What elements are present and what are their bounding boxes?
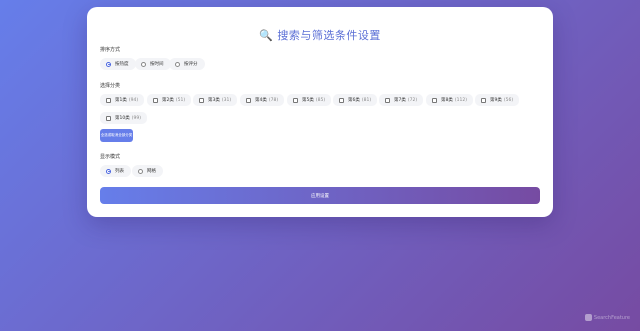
- sort-option-label: 按评分: [184, 62, 198, 67]
- sort-label: 排序方式: [100, 47, 121, 53]
- category-name: 第10类: [115, 116, 130, 121]
- watermark-text: SearchFeature: [593, 314, 630, 321]
- category-item[interactable]: 第2类 (51): [147, 94, 192, 106]
- display-mode-label: 显示模式: [100, 154, 121, 160]
- sort-option-hot[interactable]: 按热度: [100, 58, 136, 70]
- checkbox-icon[interactable]: [246, 97, 251, 103]
- sort-option-rating[interactable]: 按评分: [169, 58, 205, 70]
- settings-card: 🔍 搜索与筛选条件设置 排序方式 按热度 按时间 按评分 选择分类 第1类 (94…: [87, 7, 553, 217]
- display-option-label: 网格: [147, 169, 156, 174]
- category-item[interactable]: 第4类 (78): [240, 94, 285, 106]
- category-name: 第4类: [255, 98, 267, 103]
- category-count: (51): [175, 97, 186, 103]
- category-name: 第6类: [348, 98, 360, 103]
- category-count: (72): [407, 97, 418, 103]
- checkbox-icon[interactable]: [339, 97, 344, 103]
- category-name: 第7类: [394, 98, 406, 103]
- category-count: (85): [315, 97, 326, 103]
- checkbox-icon[interactable]: [153, 97, 158, 103]
- category-count: (99): [131, 115, 141, 121]
- sort-option-label: 按热度: [115, 62, 129, 67]
- category-name: 第2类: [162, 98, 174, 103]
- category-name: 第8类: [441, 98, 453, 103]
- category-count: (56): [503, 97, 514, 103]
- category-name: 第9类: [490, 98, 502, 103]
- radio-selected-icon[interactable]: [106, 168, 111, 174]
- category-count: (81): [361, 97, 372, 103]
- category-count: (31): [221, 97, 232, 103]
- category-item[interactable]: 第7类 (72): [379, 94, 424, 106]
- category-count: (78): [268, 97, 279, 103]
- watermark: SearchFeature: [584, 314, 630, 321]
- sort-option-time[interactable]: 按时间: [135, 58, 171, 70]
- checkbox-icon[interactable]: [106, 115, 111, 121]
- display-option-list[interactable]: 列表: [100, 165, 131, 177]
- radio-icon[interactable]: [175, 61, 180, 67]
- checkbox-icon[interactable]: [432, 97, 437, 103]
- checkbox-icon[interactable]: [106, 97, 111, 103]
- category-item[interactable]: 第1类 (94): [100, 94, 145, 106]
- category-label: 选择分类: [100, 83, 121, 89]
- radio-selected-icon[interactable]: [106, 61, 111, 67]
- category-item[interactable]: 第9类 (56): [475, 94, 520, 106]
- category-item[interactable]: 第3类 (31): [193, 94, 238, 106]
- page-title: 🔍 搜索与筛选条件设置: [259, 29, 381, 42]
- checkbox-icon[interactable]: [481, 97, 486, 103]
- category-count: (112): [454, 97, 467, 103]
- category-item[interactable]: 第8类 (112): [426, 94, 473, 106]
- category-item[interactable]: 第6类 (81): [333, 94, 378, 106]
- category-item[interactable]: 第10类 (99): [100, 112, 147, 124]
- checkbox-icon[interactable]: [199, 97, 204, 103]
- apply-settings-button[interactable]: 应用设置: [100, 187, 540, 204]
- category-name: 第5类: [302, 98, 314, 103]
- checkbox-icon[interactable]: [385, 97, 390, 103]
- category-count: (94): [128, 97, 139, 103]
- display-option-grid[interactable]: 网格: [132, 165, 163, 177]
- sort-option-label: 按时间: [150, 62, 164, 67]
- category-item[interactable]: 第5类 (85): [287, 94, 332, 106]
- display-option-label: 列表: [115, 169, 124, 174]
- category-name: 第3类: [208, 98, 220, 103]
- category-name: 第1类: [115, 98, 127, 103]
- radio-icon[interactable]: [141, 61, 146, 67]
- checkbox-icon[interactable]: [293, 97, 298, 103]
- radio-icon[interactable]: [138, 168, 143, 174]
- logo-icon: [584, 314, 592, 321]
- select-all-button[interactable]: 全选或取消全部分类: [100, 129, 133, 142]
